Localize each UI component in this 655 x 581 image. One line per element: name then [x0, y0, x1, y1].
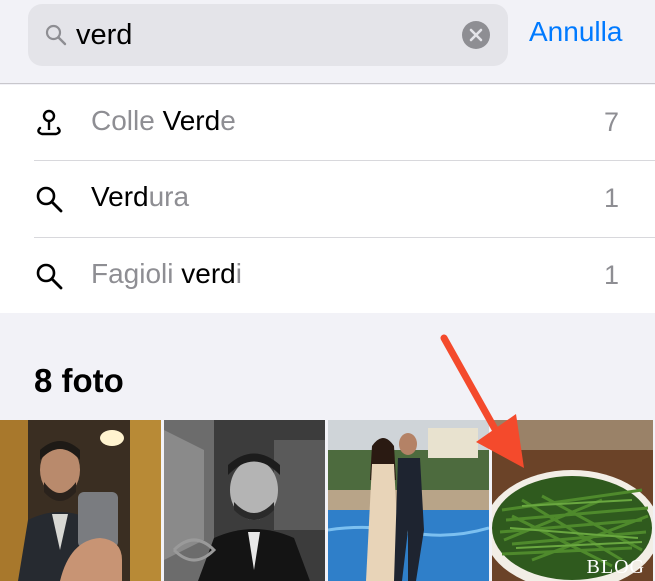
search-icon	[45, 24, 67, 46]
watermark-text: BLOG	[586, 556, 645, 578]
suggestion-row[interactable]: Colle Verde 7	[0, 85, 655, 161]
suggestion-row[interactable]: Verdura 1	[0, 161, 655, 237]
location-pin-icon	[37, 109, 61, 136]
results-title: 8 foto	[34, 362, 124, 399]
suggestion-label: Fagioli verdi	[91, 258, 242, 289]
search-icon	[36, 186, 63, 213]
annotation-arrow-icon	[440, 334, 524, 468]
cancel-button[interactable]: Annulla	[529, 16, 622, 48]
photo-selfie	[0, 420, 161, 581]
suggestion-label: Colle Verde	[91, 105, 236, 136]
suggestion-list: Colle Verde 7 Verdura 1 Fagioli verdi 1	[0, 85, 655, 313]
suggestion-row[interactable]: Fagioli verdi 1	[0, 238, 655, 314]
suggestion-count: 7	[603, 107, 619, 137]
close-icon	[469, 28, 483, 42]
clear-search-button[interactable]	[462, 21, 490, 49]
search-bar[interactable]	[28, 4, 508, 66]
suggestion-label: Verdura	[91, 181, 190, 212]
photo-thumbnail[interactable]	[0, 420, 161, 581]
photo-grid: BLOG	[0, 420, 655, 581]
suggestion-count: 1	[603, 183, 619, 213]
photo-portrait	[164, 420, 325, 581]
search-icon	[36, 263, 63, 290]
suggestion-count: 1	[603, 260, 619, 290]
search-header: Annulla	[0, 0, 655, 84]
search-input[interactable]	[76, 14, 456, 56]
photo-thumbnail[interactable]	[164, 420, 325, 581]
